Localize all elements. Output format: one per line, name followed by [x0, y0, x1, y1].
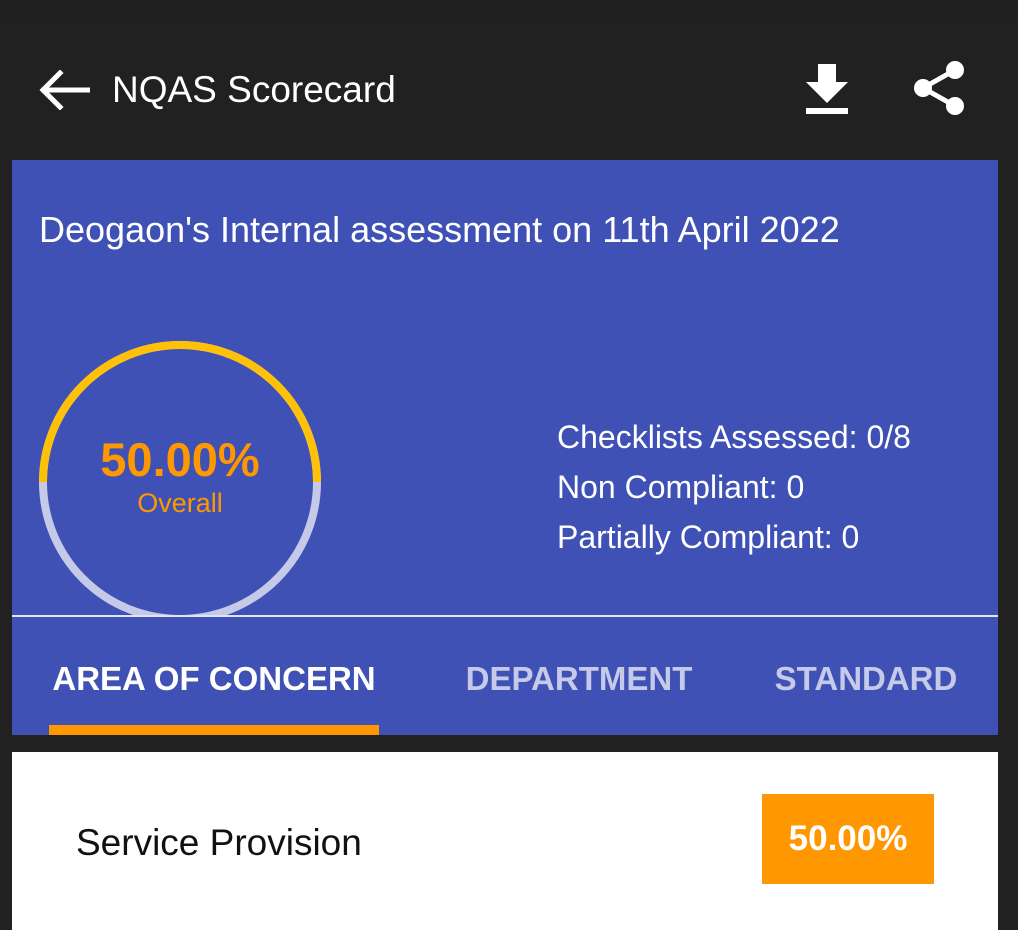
tab-area-of-concern[interactable]: AREA OF CONCERN	[49, 617, 379, 735]
overall-percent: 50.00%	[100, 433, 260, 486]
assessment-summary: Deogaon's Internal assessment on 11th Ap…	[12, 160, 998, 623]
download-button[interactable]	[804, 62, 850, 116]
page-title: NQAS Scorecard	[112, 69, 396, 110]
download-icon	[806, 64, 848, 114]
area-label: Service Provision	[76, 822, 362, 863]
score-list: Service Provision 50.00%	[12, 752, 998, 930]
active-tab-indicator	[49, 725, 379, 735]
overall-label: Overall	[137, 488, 223, 518]
app-bar: NQAS Scorecard	[0, 20, 1018, 160]
tab-department[interactable]: DEPARTMENT	[444, 617, 714, 735]
tab-standard[interactable]: STANDARD	[764, 617, 968, 735]
tab-bar: AREA OF CONCERN DEPARTMENT STANDARD	[12, 617, 998, 735]
assessment-stats: Checklists Assessed: 0/8 Non Compliant: …	[557, 412, 911, 562]
share-button[interactable]	[912, 60, 966, 116]
assessment-title: Deogaon's Internal assessment on 11th Ap…	[39, 209, 840, 250]
status-bar	[0, 0, 1018, 20]
overall-score-gauge: 50.00% Overall	[38, 340, 322, 623]
non-compliant-count: Non Compliant: 0	[557, 469, 805, 505]
partially-compliant-count: Partially Compliant: 0	[557, 519, 860, 555]
arrow-left-icon	[39, 69, 91, 111]
share-icon	[914, 61, 964, 115]
score-badge: 50.00%	[762, 794, 934, 884]
checklists-assessed: Checklists Assessed: 0/8	[557, 419, 911, 455]
back-button[interactable]	[38, 69, 91, 111]
